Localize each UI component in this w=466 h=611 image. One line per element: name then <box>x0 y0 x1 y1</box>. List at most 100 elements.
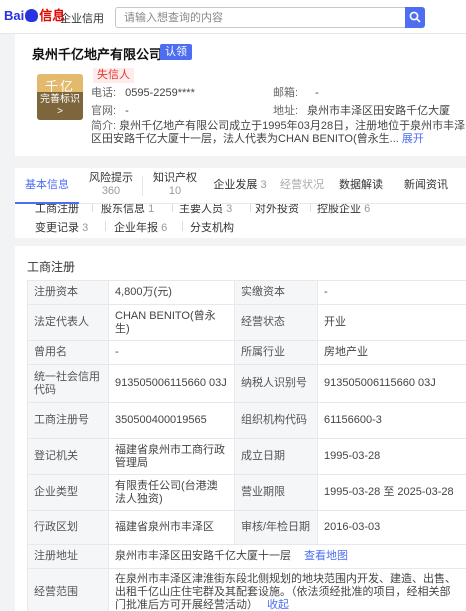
field-value: 福建省泉州市工商行政管理局 <box>108 438 235 475</box>
table-row: 注册资本 4,800万(元) 实缴资本 - <box>27 280 466 305</box>
business-scope-cell: 在泉州市丰泽区津淮街东段北侧规划的地块范围内开发、建造、出售、出租千亿山庄住宅群… <box>108 568 466 611</box>
field-label: 审核/年检日期 <box>234 510 318 545</box>
subtab-shareholders[interactable]: 股东信息 1 <box>101 204 154 216</box>
field-value: 福建省泉州市丰泽区 <box>108 510 235 545</box>
website-value: - <box>125 105 129 117</box>
search-input[interactable] <box>115 7 405 28</box>
company-avatar[interactable]: 千亿 完善标识 > <box>37 74 83 120</box>
subtab-label: 分支机构 <box>190 222 234 234</box>
tab-development[interactable]: 企业发展 3 <box>207 168 273 204</box>
table-row: 企业类型 有限责任公司(台港澳法人独资) 营业期限 1995-03-28 至 2… <box>27 474 466 511</box>
subtab-label: 对外投资 <box>255 204 299 215</box>
subtab-count: 1 <box>148 204 155 215</box>
tab-label: 数据解读 <box>339 179 383 191</box>
product-name[interactable]: 企业信用 <box>60 10 104 26</box>
field-label: 成立日期 <box>234 438 318 475</box>
subtab-registration[interactable]: 工商注册 <box>35 204 79 216</box>
registered-address-value: 泉州市丰泽区田安路千亿大厦十一层 <box>115 550 291 562</box>
field-value: 4,800万(元) <box>108 280 235 305</box>
field-value: 1995-03-28 至 2025-03-28 <box>317 474 466 511</box>
subtab-divider <box>310 204 311 212</box>
tab-basic-info[interactable]: 基本信息 <box>15 168 79 204</box>
tab-label: 企业发展 <box>213 179 258 191</box>
registration-section: 工商注册 注册资本 4,800万(元) 实缴资本 - 法定代表人 CHAN BE… <box>15 246 466 611</box>
subtab-count: 6 <box>364 204 371 215</box>
intro-expand-link[interactable]: 展开 <box>402 133 424 145</box>
subtab-divider <box>172 204 173 212</box>
subtab-label: 工商注册 <box>35 204 79 215</box>
tab-risk[interactable]: 风险提示 360 <box>81 168 141 204</box>
address-row: 地址: 泉州市丰泽区田安路千亿大厦 <box>273 104 450 118</box>
top-bar: Bai 信息 企业信用 <box>0 0 466 34</box>
subtab-divider <box>182 221 183 231</box>
main-tabs: 基本信息 风险提示 360 知识产权 10 企业发展 3 经营状况 数据解读 新… <box>15 168 466 204</box>
field-label: 注册资本 <box>27 280 109 305</box>
tab-count: 3 <box>260 179 267 191</box>
table-row: 曾用名 - 所属行业 房地产业 <box>27 340 466 365</box>
field-label: 注册地址 <box>27 544 109 569</box>
sub-tabs: 工商注册 股东信息 1 主要人员 3 对外投资 控股企业 6 变更记录 3 企业… <box>15 204 466 238</box>
baidu-logo[interactable]: Bai 信息 <box>4 8 65 24</box>
section-title: 工商注册 <box>27 260 76 274</box>
field-value: 开业 <box>317 304 466 341</box>
subtab-label: 控股企业 <box>317 204 361 215</box>
subtab-label: 主要人员 <box>179 204 223 215</box>
field-value: 房地产业 <box>317 340 466 365</box>
field-value: 350500400019565 <box>108 402 235 439</box>
table-row: 行政区划 福建省泉州市丰泽区 审核/年检日期 2016-03-03 <box>27 510 466 545</box>
table-row: 法定代表人 CHAN BENITO(曾永生) 经营状态 开业 <box>27 304 466 341</box>
field-value: 61156600-3 <box>317 402 466 439</box>
subtab-holdings[interactable]: 控股企业 6 <box>317 204 370 216</box>
phone-value: 0595-2259**** <box>125 87 195 99</box>
field-label: 营业期限 <box>234 474 318 511</box>
subtab-branches[interactable]: 分支机构 <box>190 219 234 235</box>
legal-representative-value[interactable]: CHAN BENITO(曾永生) <box>108 304 235 341</box>
tab-news[interactable]: 新闻资讯 <box>395 168 457 204</box>
table-row: 工商注册号 350500400019565 组织机构代码 61156600-3 <box>27 402 466 439</box>
address-value: 泉州市丰泽区田安路千亿大厦 <box>307 105 451 117</box>
tab-data-analysis[interactable]: 数据解读 <box>333 168 389 204</box>
subtab-changes[interactable]: 变更记录 3 <box>35 219 88 235</box>
table-row: 统一社会信用代码 913505006115660 03J 纳税人识别号 9135… <box>27 364 466 403</box>
view-map-link[interactable]: 查看地图 <box>304 550 348 562</box>
field-label: 所属行业 <box>234 340 318 365</box>
subtab-count: 3 <box>226 204 233 215</box>
improve-logo-button[interactable]: 完善标识 > <box>37 92 83 120</box>
email-value: - <box>315 87 319 99</box>
subtab-label: 股东信息 <box>101 204 145 215</box>
field-value: 有限责任公司(台港澳法人独资) <box>108 474 235 511</box>
field-value: - <box>317 280 466 305</box>
field-label: 工商注册号 <box>27 402 109 439</box>
tab-label: 基本信息 <box>25 179 69 191</box>
tab-ip[interactable]: 知识产权 10 <box>143 168 207 204</box>
search-button[interactable] <box>405 7 425 28</box>
field-label: 统一社会信用代码 <box>27 364 109 403</box>
tab-label: 风险提示 <box>89 172 133 184</box>
address-label: 地址: <box>273 105 299 117</box>
field-value: 913505006115660 03J <box>317 364 466 403</box>
field-label: 法定代表人 <box>27 304 109 341</box>
field-value: 2016-03-03 <box>317 510 466 545</box>
subtab-investments[interactable]: 对外投资 <box>255 204 299 216</box>
tab-label: 新闻资讯 <box>404 179 448 191</box>
field-value: - <box>108 340 235 365</box>
phone-label: 电话: <box>91 87 117 99</box>
phone-row: 电话: 0595-2259**** <box>91 86 195 100</box>
tab-count: 10 <box>168 185 182 197</box>
dishonest-badge[interactable]: 失信人 <box>93 68 134 83</box>
subtab-key-personnel[interactable]: 主要人员 3 <box>179 204 232 216</box>
subtab-divider <box>105 221 106 231</box>
logo-text-1: Bai <box>4 8 25 23</box>
field-label: 登记机关 <box>27 438 109 475</box>
email-row: 邮箱: - <box>273 86 319 100</box>
subtab-divider <box>250 204 251 212</box>
claim-button[interactable]: 认领 <box>160 44 192 60</box>
tab-operation[interactable]: 经营状况 <box>273 168 331 204</box>
field-label: 行政区划 <box>27 510 109 545</box>
subtab-annual-reports[interactable]: 企业年报 6 <box>114 219 167 235</box>
collapse-link[interactable]: 收起 <box>267 599 289 611</box>
company-name: 泉州千亿地产有限公司 <box>32 47 163 62</box>
subtab-label: 变更记录 <box>35 222 79 234</box>
field-label: 经营范围 <box>27 568 109 611</box>
field-label: 曾用名 <box>27 340 109 365</box>
